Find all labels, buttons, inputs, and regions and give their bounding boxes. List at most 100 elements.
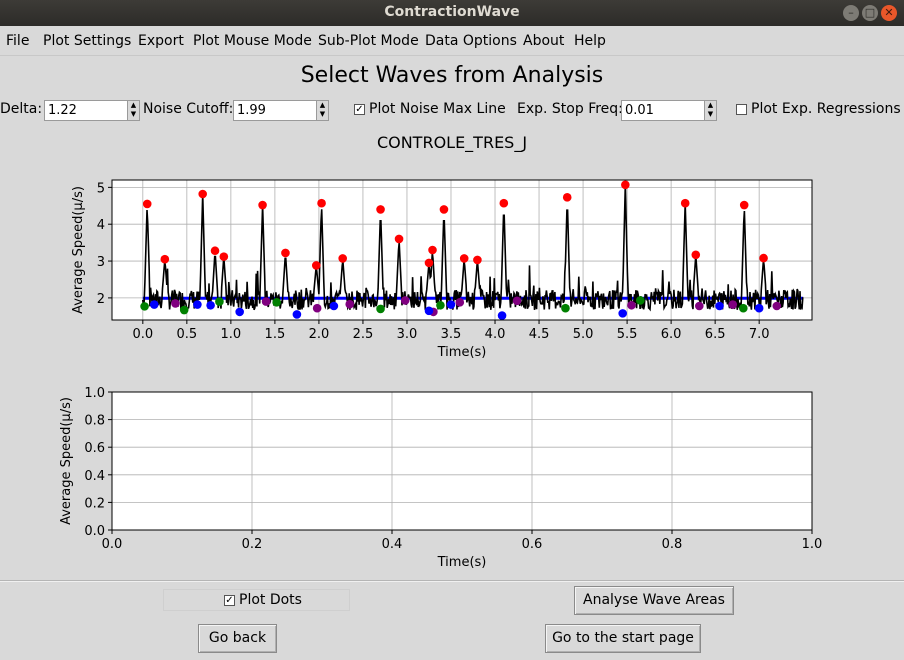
x-tick-label: 6.0 [661, 327, 682, 342]
purple-point [455, 298, 465, 307]
peak-point [311, 261, 321, 270]
menu-plot-mouse-mode[interactable]: Plot Mouse Mode [193, 33, 312, 49]
x-tick-label: 6.5 [705, 327, 726, 342]
x-tick-label: 3.5 [441, 327, 462, 342]
peak-point [439, 205, 449, 214]
peak-point [281, 248, 290, 258]
x-axis-label: Time(s) [437, 555, 487, 570]
app-window: ContractionWave – □ ✕ File Plot Settings… [0, 0, 904, 660]
close-icon[interactable]: ✕ [881, 5, 897, 21]
purple-point [512, 296, 522, 306]
delta-value: 1.22 [48, 103, 77, 118]
x-axis-label: Time(s) [437, 345, 487, 360]
x-tick-label: 0.4 [382, 537, 403, 552]
green-point [561, 303, 570, 313]
y-axis-label: Average Speed(μ/s) [59, 397, 74, 525]
minimize-icon[interactable]: – [843, 5, 859, 21]
plot-noise-checkbox[interactable]: ✓ [354, 104, 365, 115]
menu-data-options[interactable]: Data Options [425, 33, 517, 49]
y-tick-label: 0.4 [84, 469, 105, 484]
peak-point [160, 254, 170, 264]
peak-point [691, 250, 701, 260]
x-tick-label: 5.0 [573, 327, 594, 342]
y-axis-label: Average Speed(μ/s) [71, 186, 86, 314]
menu-sub-plot-mode[interactable]: Sub-Plot Mode [318, 33, 419, 49]
x-tick-label: 1.5 [265, 327, 286, 342]
x-tick-label: 0.0 [132, 327, 153, 342]
menu-export[interactable]: Export [138, 33, 184, 49]
go-back-button[interactable]: Go back [198, 624, 277, 653]
purple-point [261, 297, 271, 306]
blue-point [715, 301, 724, 311]
green-point [376, 304, 385, 314]
peak-point [219, 252, 229, 261]
peak-point [258, 200, 267, 210]
main-chart[interactable]: 0.0 0.5 1.0 1.5 2.0 2.5 3.0 3.5 4.0 4.5 5.0 5.5 6.0 6… [60, 170, 830, 370]
peak-point [621, 180, 630, 190]
y-tick-label: 2 [97, 292, 105, 307]
plot-dots-checkbox[interactable]: ✓ [224, 595, 235, 606]
plot-exp-checkbox[interactable] [736, 104, 747, 115]
noise-cutoff-value: 1.99 [237, 103, 266, 118]
green-point [272, 298, 281, 307]
peak-point [562, 193, 572, 202]
stop-freq-spinbox[interactable]: 0.01 ▲ ▼ [621, 100, 717, 121]
x-tick-label: 4.5 [529, 327, 550, 342]
y-tick-label: 0.8 [84, 414, 105, 429]
green-point [436, 300, 445, 310]
purple-point [772, 301, 782, 311]
title-bar: ContractionWave – □ ✕ [0, 0, 904, 26]
x-tick-label: 0.6 [522, 537, 543, 552]
plot-dots-label: Plot Dots [239, 592, 302, 608]
sub-chart[interactable]: 0.0 0.2 0.4 0.6 0.8 1.0 0.0 0.2 0.4 0.6 0.8 1.0 Time… [50, 380, 840, 580]
green-point [636, 296, 645, 305]
blue-point [149, 300, 159, 309]
peak-point [759, 253, 768, 263]
peak-point [459, 254, 469, 263]
purple-point [627, 300, 636, 310]
peak-point [499, 198, 509, 208]
blue-point [235, 307, 244, 317]
y-tick-label: 0.6 [84, 441, 105, 456]
x-tick-label: 2.5 [353, 327, 374, 342]
delta-spinbox[interactable]: 1.22 ▲ ▼ [44, 100, 140, 121]
x-tick-label: 2.0 [309, 327, 330, 342]
peak-point [739, 200, 749, 210]
purple-point [171, 299, 180, 308]
blue-point [618, 309, 627, 318]
purple-point [345, 299, 355, 309]
blue-point [206, 300, 215, 310]
y-tick-label: 1.0 [84, 386, 105, 401]
peak-point [680, 198, 690, 208]
y-tick-label: 3 [97, 255, 105, 270]
purple-point [694, 301, 704, 311]
delta-label: Delta: [0, 101, 43, 117]
x-tick-label: 4.0 [485, 327, 506, 342]
menu-about[interactable]: About [523, 33, 564, 49]
maximize-icon[interactable]: □ [862, 5, 878, 21]
menu-help[interactable]: Help [574, 33, 606, 49]
divider-highlight [0, 581, 904, 582]
stop-spin-arrows-icon[interactable]: ▲ ▼ [704, 101, 716, 120]
menu-plot-settings[interactable]: Plot Settings [43, 33, 131, 49]
y-tick-label: 0.0 [84, 524, 105, 539]
x-tick-label: 7.0 [749, 327, 770, 342]
green-point [179, 305, 189, 315]
peak-point [317, 198, 326, 208]
x-tick-label: 5.5 [617, 327, 638, 342]
x-tick-label: 1.0 [802, 537, 823, 552]
menu-file[interactable]: File [6, 33, 29, 49]
noise-cutoff-spinbox[interactable]: 1.99 ▲ ▼ [233, 100, 329, 121]
blue-point [754, 303, 764, 313]
green-point [739, 303, 748, 313]
purple-point [312, 303, 322, 313]
peak-point [198, 189, 207, 199]
go-to-start-button[interactable]: Go to the start page [545, 624, 701, 653]
analyse-wave-areas-button[interactable]: Analyse Wave Areas [574, 586, 734, 615]
delta-spin-arrows-icon[interactable]: ▲ ▼ [127, 101, 139, 120]
stop-freq-value: 0.01 [625, 103, 654, 118]
peak-point [394, 234, 404, 244]
green-point [140, 302, 149, 311]
plot-noise-label: Plot Noise Max Line [369, 101, 506, 117]
noise-spin-arrows-icon[interactable]: ▲ ▼ [316, 101, 328, 120]
